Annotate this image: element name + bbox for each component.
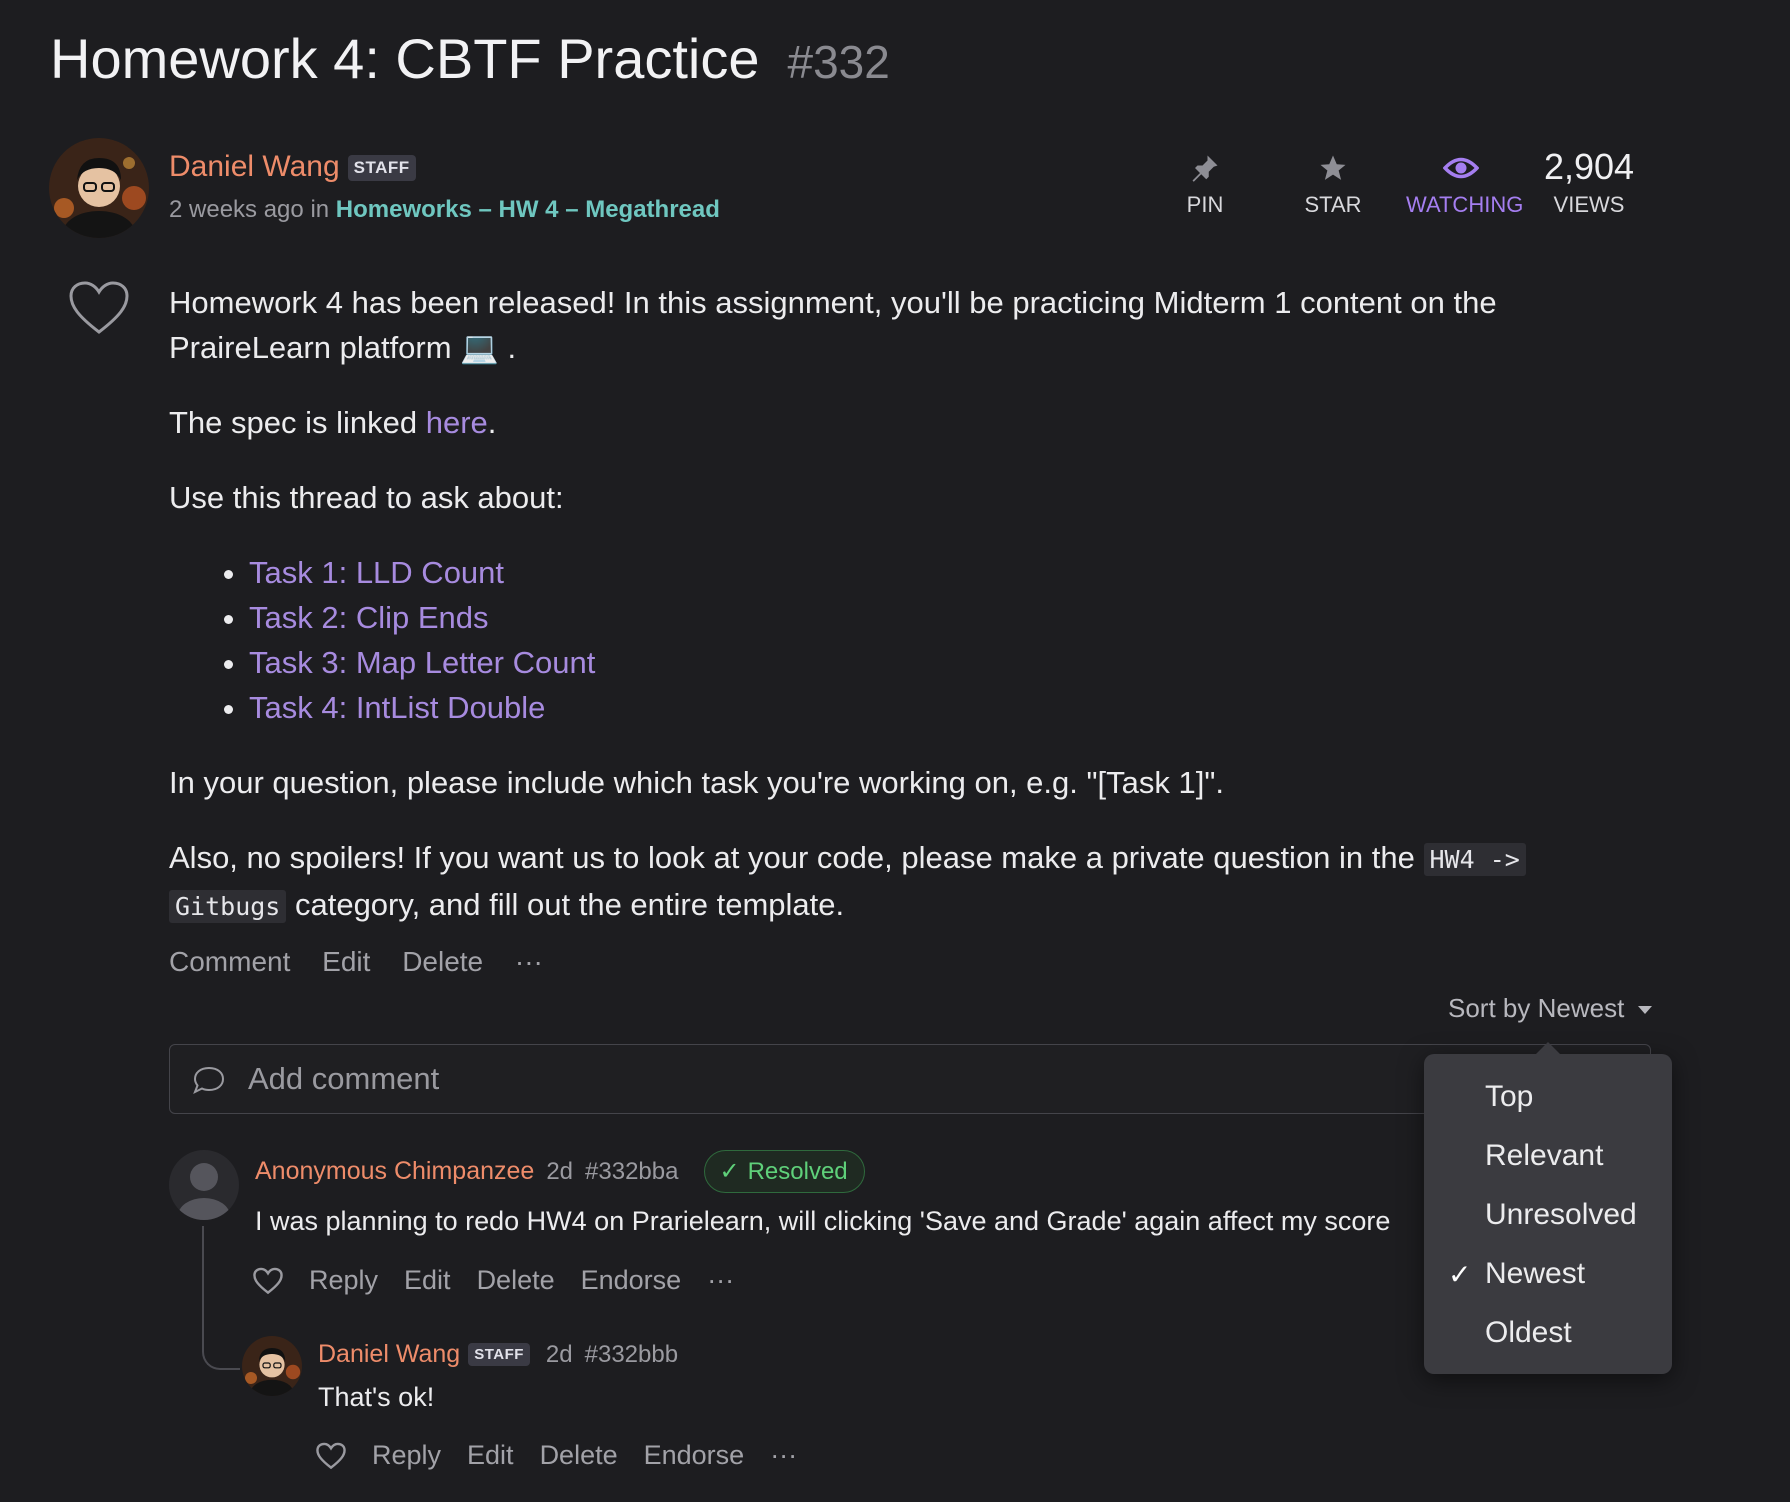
more-options-icon[interactable]: ··· [770, 1440, 797, 1471]
endorse-button[interactable]: Endorse [581, 1265, 682, 1296]
task-list: Task 1: LLD Count Task 2: Clip Ends Task… [169, 550, 1609, 730]
comment-text: I was planning to redo HW4 on Prarielear… [255, 1206, 1391, 1236]
reply-id[interactable]: #332bbb [585, 1341, 678, 1369]
reply-author[interactable]: Daniel Wang [318, 1340, 460, 1369]
post-paragraph-1: Homework 4 has been released! In this as… [169, 285, 1497, 365]
pin-icon [1150, 148, 1260, 188]
category-link[interactable]: Homeworks – HW 4 – Megathread [336, 196, 720, 223]
author-name[interactable]: Daniel Wang [169, 150, 340, 183]
star-button[interactable]: STAR [1278, 148, 1388, 218]
reply-button[interactable]: Reply [372, 1440, 441, 1471]
more-options-icon[interactable]: ··· [515, 946, 543, 977]
comment-author[interactable]: Anonymous Chimpanzee [255, 1157, 534, 1186]
edit-button[interactable]: Edit [322, 946, 370, 977]
eye-icon [1406, 148, 1516, 188]
caret-down-icon [1637, 1006, 1652, 1015]
comment-time: 2d [546, 1157, 574, 1185]
resolved-badge: ✓ Resolved [704, 1150, 865, 1193]
check-icon: ✓ [719, 1158, 740, 1185]
more-options-icon[interactable]: ··· [707, 1265, 734, 1296]
thread-title: Homework 4: CBTF Practice #332 [50, 26, 890, 91]
sort-option-top[interactable]: Top [1485, 1080, 1533, 1114]
reply-actions: Reply Edit Delete Endorse ··· [316, 1440, 823, 1471]
views-label: VIEWS [1553, 192, 1625, 217]
comment-button[interactable]: Comment [169, 946, 290, 977]
reply-author-avatar[interactable] [242, 1336, 302, 1396]
delete-button[interactable]: Delete [477, 1265, 555, 1296]
resolved-label: Resolved [747, 1158, 848, 1185]
star-icon [1278, 148, 1388, 188]
add-comment-placeholder: Add comment [248, 1061, 440, 1096]
sort-option-oldest[interactable]: Oldest [1485, 1316, 1572, 1350]
heart-icon [69, 281, 129, 334]
reply-button[interactable]: Reply [309, 1265, 378, 1296]
author-name-row: Daniel Wang STAFF [169, 150, 416, 184]
like-button[interactable] [68, 280, 130, 341]
task-link-3[interactable]: Task 3: Map Letter Count [249, 640, 1609, 685]
task-link-1[interactable]: Task 1: LLD Count [249, 550, 1609, 595]
post-paragraph-4: In your question, please include which t… [169, 765, 1224, 800]
delete-button[interactable]: Delete [540, 1440, 618, 1471]
post-paragraph-5: Also, no spoilers! If you want us to loo… [169, 835, 1609, 929]
staff-badge: STAFF [347, 155, 416, 182]
post-body: Homework 4 has been released! In this as… [169, 280, 1609, 959]
code-hw4: HW4 -> [1423, 843, 1526, 876]
post-time: 2 weeks ago [169, 196, 304, 223]
staff-badge: STAFF [468, 1343, 530, 1366]
thread-title-text: Homework 4: CBTF Practice [50, 27, 760, 90]
task-link-4[interactable]: Task 4: IntList Double [249, 685, 1609, 730]
checkmark-icon: ✓ [1448, 1259, 1472, 1290]
views-count: 2,904 [1543, 146, 1635, 187]
laptop-emoji: 💻 [460, 330, 499, 365]
sort-option-unresolved[interactable]: Unresolved [1485, 1198, 1637, 1232]
chat-bubble-icon [193, 1066, 225, 1095]
pin-label: PIN [1186, 192, 1224, 217]
sort-option-newest[interactable]: Newest [1485, 1257, 1585, 1291]
post-paragraph-2: The spec is linked here. [169, 405, 497, 440]
reply-header: Daniel Wang STAFF 2d #332bbb [318, 1340, 678, 1369]
post-paragraph-3: Use this thread to ask about: [169, 480, 564, 515]
heart-icon[interactable] [253, 1267, 283, 1295]
thread-connector [202, 1226, 240, 1370]
sort-dropdown-toggle[interactable]: Sort by Newest [1448, 993, 1652, 1024]
delete-button[interactable]: Delete [402, 946, 483, 977]
comment-actions: Reply Edit Delete Endorse ··· [253, 1265, 760, 1296]
anonymous-avatar [169, 1150, 239, 1220]
heart-icon[interactable] [316, 1442, 346, 1470]
menu-caret [1536, 1042, 1560, 1054]
pin-button[interactable]: PIN [1150, 148, 1260, 218]
endorse-button[interactable]: Endorse [644, 1440, 745, 1471]
edit-button[interactable]: Edit [467, 1440, 514, 1471]
star-label: STAR [1304, 192, 1362, 217]
reply-text: That's ok! [318, 1382, 435, 1412]
views-stat: 2,904 VIEWS [1534, 146, 1644, 218]
sort-label: Sort by Newest [1448, 993, 1625, 1023]
thread-number: #332 [787, 36, 890, 88]
watching-label: WATCHING [1406, 192, 1524, 217]
comment-header: Anonymous Chimpanzee 2d #332bba ✓ Resolve… [255, 1150, 865, 1193]
comment-id[interactable]: #332bba [585, 1158, 678, 1186]
in-text: in [310, 196, 330, 223]
thread-meta: 2 weeks ago in Homeworks – HW 4 – Megath… [169, 196, 720, 224]
code-gitbugs: Gitbugs [169, 890, 287, 923]
watching-button[interactable]: WATCHING [1406, 148, 1524, 218]
post-actions: Comment Edit Delete ··· [169, 946, 567, 978]
task-link-2[interactable]: Task 2: Clip Ends [249, 595, 1609, 640]
author-avatar[interactable] [49, 138, 149, 238]
edit-button[interactable]: Edit [404, 1265, 451, 1296]
spec-link[interactable]: here [426, 405, 488, 440]
reply-time: 2d [545, 1340, 573, 1368]
sort-menu: Top Relevant Unresolved ✓ Newest Oldest [1424, 1042, 1672, 1374]
sort-option-relevant[interactable]: Relevant [1485, 1139, 1603, 1173]
